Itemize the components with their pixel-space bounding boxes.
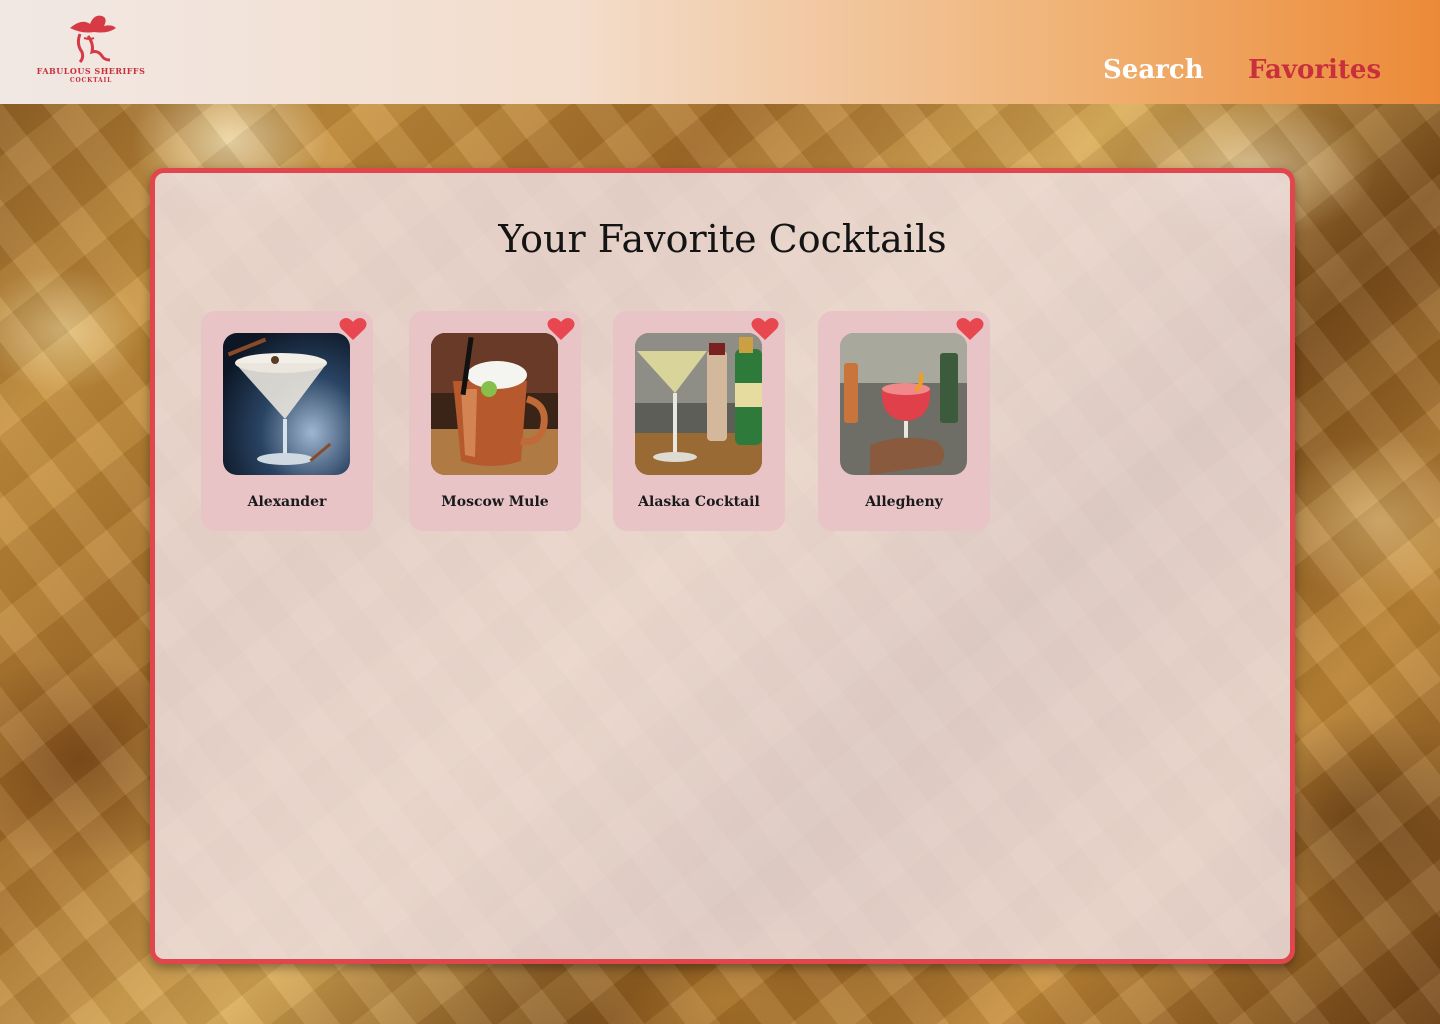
cocktail-image [840,333,967,475]
nav-favorites-link[interactable]: Favorites [1248,52,1381,88]
top-header: FABULOUS SHERIFFS COCKTAIL Search Favori… [0,0,1440,104]
cocktail-image [635,333,762,475]
page-title: Your Favorite Cocktails [498,217,947,261]
heart-icon[interactable] [751,317,779,341]
cocktail-name: Moscow Mule [441,494,549,510]
heart-icon[interactable] [339,317,367,341]
cocktail-card[interactable]: Alexander [201,311,373,531]
brand-logo[interactable]: FABULOUS SHERIFFS COCKTAIL [36,14,146,88]
heart-icon[interactable] [956,317,984,341]
brand-subtitle: COCKTAIL [69,77,113,84]
cocktail-name: Allegheny [865,494,943,510]
sheriff-hat-icon [70,15,116,64]
cocktail-name: Alexander [247,494,327,510]
cocktail-image [223,333,350,475]
brand-name: FABULOUS SHERIFFS [36,66,146,76]
cocktail-card[interactable]: Moscow Mule [409,311,581,531]
cocktail-card[interactable]: Allegheny [818,311,990,531]
nav-search-link[interactable]: Search [1103,52,1204,88]
cocktail-name: Alaska Cocktail [638,494,760,510]
heart-icon[interactable] [547,317,575,341]
cocktail-card[interactable]: Alaska Cocktail [613,311,785,531]
cocktail-image [431,333,558,475]
favorites-panel: Your Favorite Cocktails Alexander Moscow… [150,168,1295,964]
